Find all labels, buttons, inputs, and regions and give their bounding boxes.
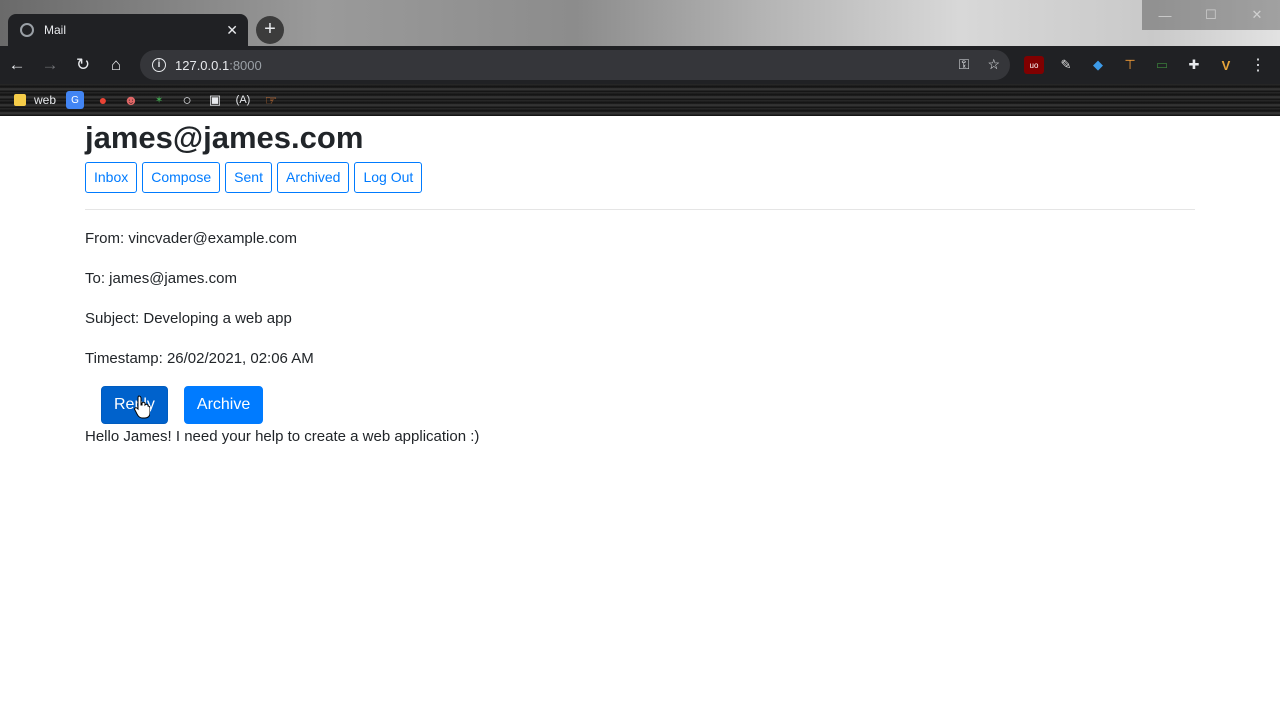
loading-icon <box>20 23 34 37</box>
shield-icon[interactable]: ◆ <box>1088 56 1108 74</box>
user-email-heading: james@james.com <box>85 120 364 155</box>
reload-button[interactable]: ↻ <box>67 49 99 81</box>
inbox-button[interactable]: Inbox <box>85 162 138 193</box>
window-controls: — ☐ ✕ <box>1142 0 1280 30</box>
new-tab-button[interactable]: + <box>256 16 284 44</box>
mail-page: james@james.com Inbox Compose Sent Archi… <box>0 116 1280 720</box>
browser-tab[interactable]: Mail ✕ <box>8 14 248 46</box>
puzzle-icon[interactable]: ✚ <box>1184 56 1204 74</box>
url-host: 127.0.0.1 <box>175 57 230 73</box>
hand-icon[interactable]: ☞ <box>262 91 280 109</box>
logout-button[interactable]: Log Out <box>354 162 423 193</box>
omnibox-actions: ⚿ ☆ <box>959 56 1000 73</box>
pick-icon[interactable]: ⊤ <box>1120 56 1140 74</box>
bookmark-label: web <box>34 93 57 107</box>
maximize-button[interactable]: ☐ <box>1188 0 1234 30</box>
mail-nav: Inbox Compose Sent Archived Log Out <box>85 162 423 193</box>
window-icon[interactable]: ▣ <box>206 91 224 109</box>
forward-button[interactable]: → <box>34 49 66 81</box>
archive-button[interactable]: Archive <box>183 386 264 424</box>
bookmarks-bar: web G ● ☻ ✶ ○ ▣ (A) ☞ <box>0 84 1280 116</box>
maps-pin-icon[interactable]: ● <box>94 91 112 109</box>
star-icon[interactable]: ☆ <box>987 56 1000 73</box>
url-port: :8000 <box>229 57 262 73</box>
site-info-icon[interactable]: i <box>152 58 166 72</box>
close-tab-icon[interactable]: ✕ <box>226 22 238 39</box>
minimize-button[interactable]: — <box>1142 0 1188 30</box>
menu-icon[interactable]: ⋮ <box>1248 56 1268 74</box>
close-window-button[interactable]: ✕ <box>1234 0 1280 30</box>
profile-icon[interactable]: V <box>1216 56 1236 74</box>
email-timestamp: Timestamp: 26/02/2021, 02:06 AM <box>85 350 314 367</box>
email-subject: Subject: Developing a web app <box>85 310 292 327</box>
compose-button[interactable]: Compose <box>142 162 221 193</box>
archived-button[interactable]: Archived <box>276 162 350 193</box>
avatar-icon[interactable]: ☻ <box>122 91 140 109</box>
tab-title: Mail <box>44 23 67 37</box>
back-button[interactable]: ← <box>1 49 33 81</box>
sent-button[interactable]: Sent <box>225 162 272 193</box>
key-icon[interactable]: ⚿ <box>959 56 970 73</box>
bookmark-folder-web[interactable]: web <box>14 91 56 109</box>
email-body: Hello James! I need your help to create … <box>85 428 480 445</box>
leaf-icon[interactable]: ✶ <box>150 91 168 109</box>
circle-icon[interactable]: ○ <box>178 91 196 109</box>
home-button[interactable]: ⌂ <box>100 49 132 81</box>
hand-cursor-icon <box>134 395 150 419</box>
email-from: From: vincvader@example.com <box>85 230 297 247</box>
angular-icon[interactable]: (A) <box>234 91 252 109</box>
ublock-icon[interactable]: uo <box>1024 56 1044 74</box>
box-icon[interactable]: ▭ <box>1152 56 1172 74</box>
address-bar[interactable]: i 127.0.0.1 :8000 ⚿ ☆ <box>140 50 1010 80</box>
translate-icon[interactable]: G <box>66 91 85 109</box>
email-actions: Reply Archive <box>101 386 264 424</box>
extensions-area: uo ✎ ◆ ⊤ ▭ ✚ V ⋮ <box>1024 56 1268 74</box>
browser-toolbar: ← → ↻ ⌂ i 127.0.0.1 :8000 ⚿ ☆ uo ✎ ◆ ⊤ ▭… <box>0 46 1280 84</box>
folder-icon <box>14 94 26 106</box>
browser-tabstrip: Mail ✕ + — ☐ ✕ <box>0 0 1280 46</box>
divider <box>85 209 1195 210</box>
extension-icon[interactable]: ✎ <box>1056 56 1076 74</box>
email-to: To: james@james.com <box>85 270 237 287</box>
